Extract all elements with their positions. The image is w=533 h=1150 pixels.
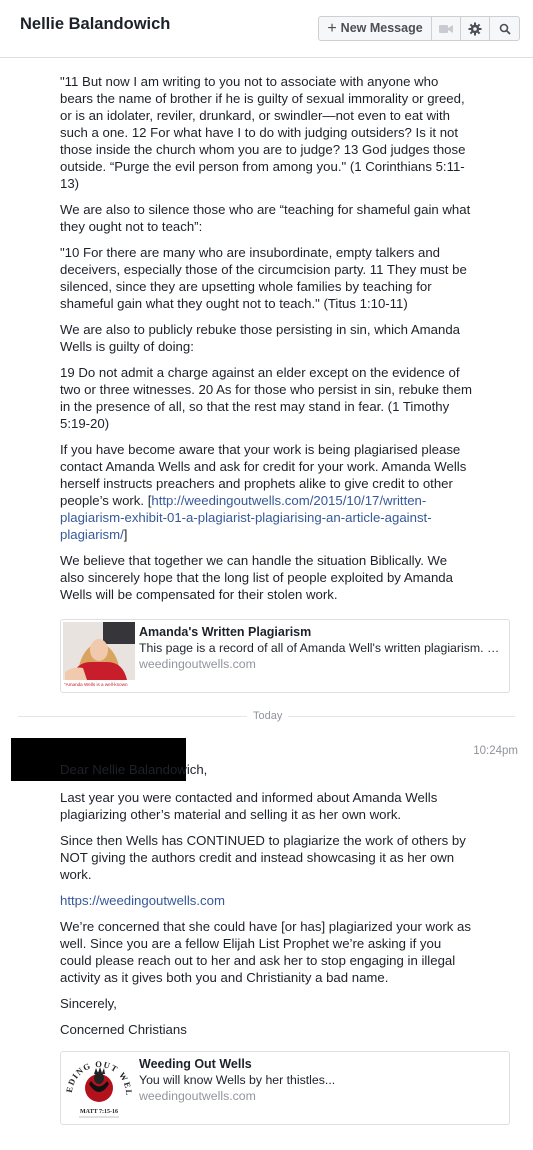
search-button[interactable] <box>490 17 519 40</box>
message-paragraph: If you have become aware that your work … <box>60 441 472 543</box>
card-domain: weedingoutwells.com <box>139 1089 256 1103</box>
message-paragraph: We are also to publicly rebuke those per… <box>60 322 460 354</box>
message-paragraph: "10 For there are many who are insubordi… <box>60 245 467 311</box>
message-paragraph: We are also to silence those who are “te… <box>60 202 471 234</box>
search-icon <box>499 23 511 35</box>
card-title: Amanda's Written Plagiarism <box>139 625 312 639</box>
gear-icon <box>468 22 482 35</box>
message-paragraph: 19 Do not admit a charge against an elde… <box>60 365 472 431</box>
paragraph-text: ] <box>123 527 128 542</box>
card-title: Weeding Out Wells <box>139 1057 252 1071</box>
card-domain: weedingoutwells.com <box>139 657 256 671</box>
video-camera-icon <box>439 24 453 33</box>
message-paragraph: We believe that together we can handle t… <box>60 553 453 602</box>
message-signoff: Sincerely, <box>60 996 117 1011</box>
card-thumbnail: WEEDING OUT WELLS MATT 7:15-16 <box>63 1054 135 1122</box>
card-thumbnail: "Amanda Wells is a well-known <box>63 622 135 690</box>
website-link[interactable]: https://weedingoutwells.com <box>60 893 225 908</box>
new-message: Dear Nellie Balandowich, Last year you w… <box>60 761 472 1047</box>
thumbnail-caption: "Amanda Wells is a well-known <box>64 682 128 687</box>
video-call-button[interactable] <box>432 17 461 40</box>
link-preview-card[interactable]: WEEDING OUT WELLS MATT 7:15-16 Weeding O… <box>60 1051 510 1125</box>
message-signature: Concerned Christians <box>60 1022 187 1037</box>
message-paragraph: "11 But now I am writing to you not to a… <box>60 74 466 191</box>
date-divider-label: Today <box>247 709 289 723</box>
card-description: You will know Wells by her thistles... <box>139 1073 336 1087</box>
message-paragraph: Last year you were contacted and informe… <box>60 790 438 822</box>
new-message-button[interactable]: + New Message <box>319 17 432 40</box>
message-paragraph: Since then Wells has CONTINUED to plagia… <box>60 833 466 882</box>
logo-motto: MATT 7:15-16 <box>80 1109 118 1115</box>
message-timestamp: 10:24pm <box>473 745 518 757</box>
message-greeting: Dear Nellie Balandowich, <box>60 762 208 777</box>
card-description: This page is a record of all of Amanda W… <box>139 641 507 655</box>
conversation-title: Nellie Balandowich <box>20 15 171 33</box>
message-paragraph: We’re concerned that she could have [or … <box>60 919 471 985</box>
earlier-message: "11 But now I am writing to you not to a… <box>60 73 472 612</box>
plus-icon: + <box>327 19 337 37</box>
new-message-label: New Message <box>340 21 423 35</box>
weeding-out-wells-logo: WEEDING OUT WELLS MATT 7:15-16 <box>63 1054 135 1122</box>
settings-button[interactable] <box>461 17 490 40</box>
message-paragraph: https://weedingoutwells.com <box>60 892 472 909</box>
conversation-header: Nellie Balandowich + New Message <box>0 0 533 58</box>
header-toolbar: + New Message <box>318 16 520 41</box>
link-preview-card[interactable]: "Amanda Wells is a well-known Amanda's W… <box>60 619 510 693</box>
